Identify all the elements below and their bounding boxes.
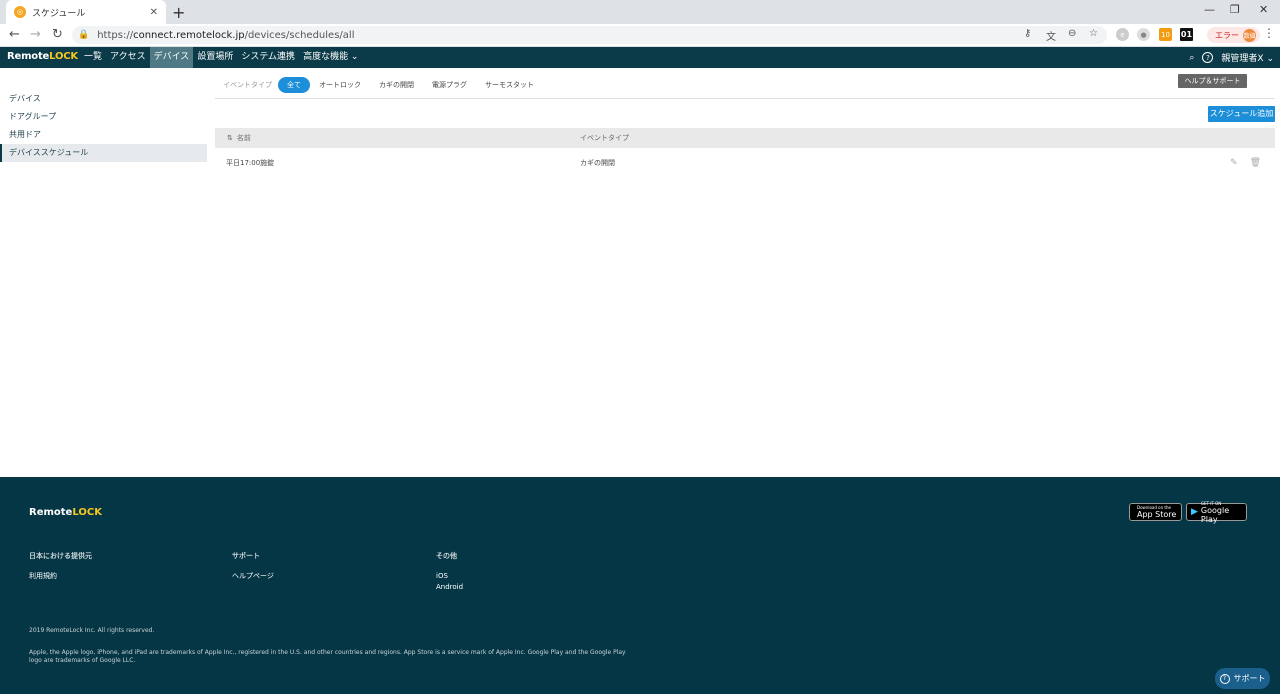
nav-advanced[interactable]: 高度な機能 ⌄ <box>299 47 362 68</box>
translate-icon[interactable]: 文 <box>1046 28 1056 43</box>
filter-chip-lock-unlock[interactable]: カギの開閉 <box>370 77 423 93</box>
column-name-label: 名前 <box>236 134 251 142</box>
url-scheme: https:// <box>97 29 134 41</box>
filter-chip-thermostat[interactable]: サーモスタット <box>476 77 543 93</box>
google-play-text: Google Play <box>1200 505 1230 524</box>
app-store-text: App Store <box>1137 510 1177 519</box>
profile-avatar: 数値 <box>1243 28 1256 42</box>
footer-col-other: その他 iOS Android <box>436 551 463 593</box>
footer-logo: RemoteLOCK <box>29 507 102 518</box>
edit-pencil-icon[interactable]: ✎ <box>1230 158 1238 168</box>
nav-devices[interactable]: デバイス <box>149 47 194 68</box>
table-header: ⇅ 名前 イベントタイプ <box>215 128 1275 148</box>
legal-text: Apple, the Apple logo, iPhone, and iPad … <box>29 649 626 664</box>
sidebar-item-shared-doors[interactable]: 共用ドア <box>0 126 207 144</box>
new-tab-icon[interactable]: + <box>172 3 185 22</box>
sidebar: デバイス ドアグループ 共用ドア デバイススケジュール <box>0 90 207 162</box>
add-schedule-button[interactable]: スケジュール追加 <box>1208 106 1275 122</box>
footer: RemoteLOCK Download on the App Store ▶ G… <box>0 477 1280 694</box>
app-header: RemoteLOCK 一覧 アクセス デバイス 設置場所 システム連携 高度な機… <box>0 47 1280 68</box>
url-host: connect.remotelock.jp <box>133 29 245 41</box>
profile-error-button[interactable]: エラー 数値 <box>1207 27 1260 43</box>
browser-menu-icon[interactable]: ⋮ <box>1263 26 1275 40</box>
help-circle-icon: ? <box>1219 673 1230 684</box>
footer-col-heading: 日本における提供元 <box>29 552 92 560</box>
event-type-filter: イベントタイプ 全て オートロック カギの開閉 電源プラグ サーモスタット <box>215 72 1275 99</box>
sidebar-item-devices[interactable]: デバイス <box>0 90 207 108</box>
restore-icon[interactable]: ❐ <box>1230 3 1240 16</box>
app-store-badge[interactable]: Download on the App Store <box>1129 503 1182 521</box>
tab-title: スケジュール <box>32 8 86 19</box>
filter-label: イベントタイプ <box>223 81 272 89</box>
browser-toolbar: ← → ↻ 🔒 https://connect.remotelock.jp/de… <box>0 24 1280 47</box>
forward-icon[interactable]: → <box>30 27 41 42</box>
bookmark-star-icon[interactable]: ☆ <box>1089 28 1098 39</box>
extension-01-label: 01 <box>1180 30 1193 39</box>
minimize-icon[interactable]: — <box>1204 3 1215 16</box>
footer-col-provider: 日本における提供元 利用規約 <box>29 551 92 582</box>
schedule-name[interactable]: 平日17:00施錠 <box>226 158 274 168</box>
footer-col-heading: その他 <box>436 552 457 560</box>
column-header-event-type: イベントタイプ <box>580 134 629 142</box>
copyright-text: 2019 RemoteLock Inc. All rights reserved… <box>29 627 155 634</box>
main-nav: 一覧 アクセス デバイス 設置場所 システム連携 高度な機能 ⌄ <box>80 47 362 68</box>
key-icon[interactable]: ⚷ <box>1024 28 1031 39</box>
extension-badge-count: 10 <box>1161 30 1170 39</box>
close-window-icon[interactable]: ✕ <box>1259 3 1268 16</box>
admin-menu[interactable]: 親管理者X ⌄ <box>1221 51 1274 64</box>
footer-col-support: サポート ヘルプページ <box>232 551 274 582</box>
help-icon[interactable]: ? <box>1202 52 1214 63</box>
lock-icon: 🔒 <box>78 30 90 40</box>
footer-link-android[interactable]: Android <box>436 582 463 593</box>
google-play-badge[interactable]: ▶ GET IT ON Google Play <box>1186 501 1247 524</box>
url-path: /devices/schedules/all <box>244 29 355 41</box>
extension-badge-icon[interactable]: 10 <box>1159 28 1172 41</box>
support-label: サポート <box>1233 674 1266 683</box>
footer-link-help-page[interactable]: ヘルプページ <box>232 571 274 582</box>
filter-chip-all[interactable]: 全て <box>278 77 310 93</box>
nav-dashboard[interactable]: 一覧 <box>80 47 106 68</box>
logo-remote: Remote <box>7 51 50 62</box>
remotelock-favicon-icon: ◎ <box>14 6 26 18</box>
schedule-table: ⇅ 名前 イベントタイプ 平日17:00施錠 カギの開閉 ✎ 🗑 <box>215 128 1275 168</box>
nav-integrations[interactable]: システム連携 <box>237 47 299 68</box>
nav-locations[interactable]: 設置場所 <box>193 47 237 68</box>
footer-link-terms[interactable]: 利用規約 <box>29 571 92 582</box>
remotelock-logo[interactable]: RemoteLOCK <box>7 51 78 62</box>
footer-col-heading: サポート <box>232 552 260 560</box>
table-row[interactable]: 平日17:00施錠 カギの開閉 ✎ 🗑 <box>215 148 1275 178</box>
filter-chip-autolock[interactable]: オートロック <box>310 77 370 93</box>
column-header-name[interactable]: ⇅ 名前 <box>227 133 251 143</box>
reload-icon[interactable]: ↻ <box>52 27 63 42</box>
help-support-button[interactable]: ヘルプ＆サポート <box>1178 74 1247 88</box>
row-actions: ✎ 🗑 <box>1230 158 1261 168</box>
browser-tabstrip: ◎ スケジュール ✕ + — ❐ ✕ <box>0 0 1280 24</box>
zoom-icon[interactable]: ⊖ <box>1068 28 1076 39</box>
error-label: エラー <box>1215 30 1239 40</box>
filter-chip-power-plug[interactable]: 電源プラグ <box>423 77 476 93</box>
header-right: ⌕ ? 親管理者X ⌄ <box>1189 47 1274 68</box>
sidebar-item-device-schedules[interactable]: デバイススケジュール <box>0 144 207 162</box>
extension-gray-icon[interactable]: e <box>1116 28 1129 41</box>
footer-logo-remote: Remote <box>29 507 73 518</box>
tab-close-icon[interactable]: ✕ <box>150 7 158 18</box>
delete-trash-icon[interactable]: 🗑 <box>1250 158 1261 168</box>
sort-icon[interactable]: ⇅ <box>227 134 233 142</box>
sidebar-item-door-groups[interactable]: ドアグループ <box>0 108 207 126</box>
footer-logo-lock: LOCK <box>72 507 102 518</box>
back-icon[interactable]: ← <box>9 27 20 42</box>
extension-01-icon[interactable]: 01 <box>1180 28 1193 41</box>
support-chat-button[interactable]: ? サポート <box>1215 668 1270 689</box>
schedule-event-type: カギの開閉 <box>580 159 615 167</box>
footer-link-ios[interactable]: iOS <box>436 571 463 582</box>
extension-circle-icon[interactable]: ● <box>1137 28 1150 41</box>
nav-access[interactable]: アクセス <box>106 47 150 68</box>
google-play-icon: ▶ <box>1191 507 1198 517</box>
browser-tab[interactable]: ◎ スケジュール ✕ <box>6 0 166 24</box>
logo-lock: LOCK <box>49 51 78 62</box>
address-bar[interactable]: 🔒 https://connect.remotelock.jp/devices/… <box>72 26 1107 44</box>
search-icon[interactable]: ⌕ <box>1189 53 1194 63</box>
